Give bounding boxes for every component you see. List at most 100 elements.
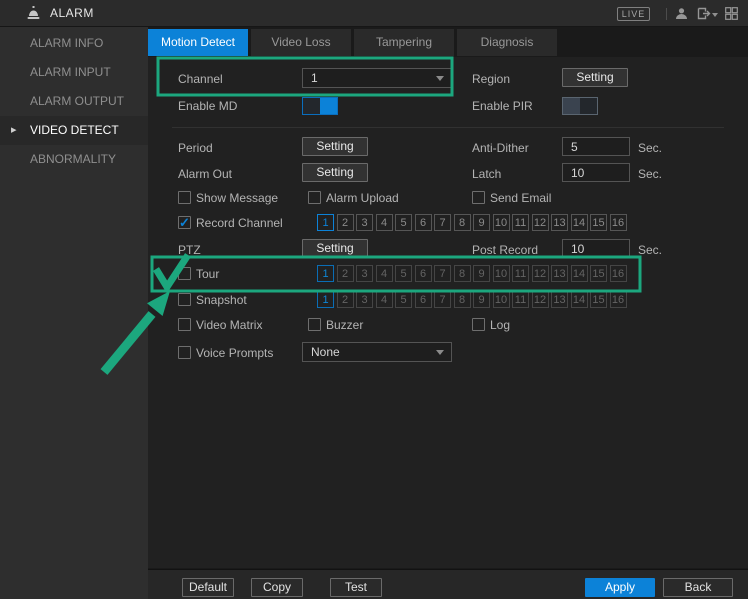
record-channel-checkbox[interactable] [178,215,191,231]
copy-button[interactable]: Copy [251,578,303,597]
channel-button-8[interactable]: 8 [453,214,471,231]
tab-diagnosis[interactable]: Diagnosis [457,29,557,56]
channel-button-9[interactable]: 9 [473,214,490,231]
channel-button-3[interactable]: 3 [356,291,373,308]
channel-button-10[interactable]: 10 [492,214,510,231]
channel-button-12[interactable]: 12 [531,214,549,231]
channel-dropdown[interactable]: 1 [302,68,452,88]
channel-button-9[interactable]: 9 [473,265,490,282]
channel-button-16[interactable]: 16 [609,214,627,231]
period-setting-button[interactable]: Setting [302,137,368,156]
logout-icon[interactable] [697,7,711,20]
logout-caret-icon[interactable] [712,13,718,17]
channel-button-7[interactable]: 7 [434,265,451,282]
channel-button-13[interactable]: 13 [551,265,568,282]
channel-button-14[interactable]: 14 [570,291,588,308]
latch-input[interactable] [562,163,630,182]
footer-bar: Default Copy Test Apply Back [148,569,748,599]
voice-prompts-checkbox[interactable] [178,346,191,359]
tour-checkbox[interactable] [178,267,191,280]
channel-button-4[interactable]: 4 [375,291,393,308]
post-record-unit: Sec. [638,243,663,257]
video-matrix-checkbox[interactable] [178,318,191,331]
channel-button-12[interactable]: 12 [531,265,549,282]
channel-button-7[interactable]: 7 [434,291,451,308]
test-button[interactable]: Test [330,578,382,597]
channel-button-3[interactable]: 3 [356,214,373,231]
alarm-out-label: Alarm Out [178,167,233,181]
channel-button-2[interactable]: 2 [336,291,354,308]
channel-button-1[interactable]: 1 [317,265,334,282]
channel-button-5[interactable]: 5 [395,214,412,231]
channel-button-5[interactable]: 5 [395,291,412,308]
channel-button-6[interactable]: 6 [414,214,432,231]
log-checkbox[interactable] [472,318,485,331]
tab-tampering[interactable]: Tampering [354,29,454,56]
channel-button-5[interactable]: 5 [395,265,412,282]
channel-button-10[interactable]: 10 [492,291,510,308]
channel-button-3[interactable]: 3 [356,265,373,282]
post-record-input[interactable] [562,239,630,258]
channel-button-1[interactable]: 1 [317,214,334,231]
channel-button-1[interactable]: 1 [317,291,334,308]
enable-pir-toggle[interactable] [562,97,598,115]
show-message-checkbox[interactable] [178,191,191,204]
channel-button-14[interactable]: 14 [570,265,588,282]
voice-prompts-dropdown[interactable]: None [302,342,452,362]
channel-button-14[interactable]: 14 [570,214,588,231]
alarm-upload-checkbox[interactable] [308,191,321,204]
channel-button-6[interactable]: 6 [414,291,432,308]
channel-button-16[interactable]: 16 [609,291,627,308]
channel-button-11[interactable]: 11 [512,265,529,282]
ptz-setting-button[interactable]: Setting [302,239,368,258]
channel-button-2[interactable]: 2 [336,214,354,231]
channel-button-16[interactable]: 16 [609,265,627,282]
motion-detect-panel: Channel 1 Region Setting Enable MD Enabl… [148,57,748,568]
channel-button-7[interactable]: 7 [434,214,451,231]
region-setting-button[interactable]: Setting [562,68,628,87]
channel-button-2[interactable]: 2 [336,265,354,282]
channel-button-4[interactable]: 4 [375,265,393,282]
alarm-out-setting-button[interactable]: Setting [302,163,368,182]
buzzer-checkbox[interactable] [308,318,321,331]
enable-md-label: Enable MD [178,99,238,113]
channel-button-13[interactable]: 13 [551,214,568,231]
user-icon[interactable] [675,7,688,20]
tab-motion-detect[interactable]: Motion Detect [148,29,248,56]
sidebar-item-alarm-input[interactable]: ▸ALARM INPUT [0,58,148,87]
show-message-label: Show Message [196,191,279,205]
default-button[interactable]: Default [182,578,234,597]
channel-button-11[interactable]: 11 [512,291,529,308]
enable-pir-label: Enable PIR [472,99,533,113]
latch-unit: Sec. [638,167,663,181]
channel-button-10[interactable]: 10 [492,265,510,282]
channel-button-6[interactable]: 6 [414,265,432,282]
page-title: ALARM [50,6,94,20]
sidebar-item-alarm-info[interactable]: ▸ALARM INFO [0,29,148,58]
chevron-down-icon [436,76,444,81]
channel-button-8[interactable]: 8 [453,291,471,308]
sidebar-item-video-detect[interactable]: ▸ VIDEO DETECT [0,116,148,145]
channel-button-11[interactable]: 11 [512,214,529,231]
channel-button-15[interactable]: 15 [590,265,607,282]
section-divider [172,127,724,128]
channel-button-12[interactable]: 12 [531,291,549,308]
live-button[interactable]: LIVE [617,7,650,21]
anti-dither-input[interactable] [562,137,630,156]
channel-button-13[interactable]: 13 [551,291,568,308]
enable-md-toggle[interactable] [302,97,338,115]
channel-button-9[interactable]: 9 [473,291,490,308]
sidebar-item-alarm-output[interactable]: ▸ALARM OUTPUT [0,87,148,116]
tab-video-loss[interactable]: Video Loss [251,29,351,56]
apply-button[interactable]: Apply [585,578,655,597]
send-email-checkbox[interactable] [472,191,485,204]
snapshot-checkbox[interactable] [178,293,191,306]
grid-view-icon[interactable] [725,7,738,20]
channel-button-4[interactable]: 4 [375,214,393,231]
channel-button-15[interactable]: 15 [590,291,607,308]
channel-button-8[interactable]: 8 [453,265,471,282]
active-arrow-icon: ▸ [11,124,17,136]
sidebar-item-abnormality[interactable]: ▸ABNORMALITY [0,145,148,174]
channel-button-15[interactable]: 15 [590,214,607,231]
back-button[interactable]: Back [663,578,733,597]
